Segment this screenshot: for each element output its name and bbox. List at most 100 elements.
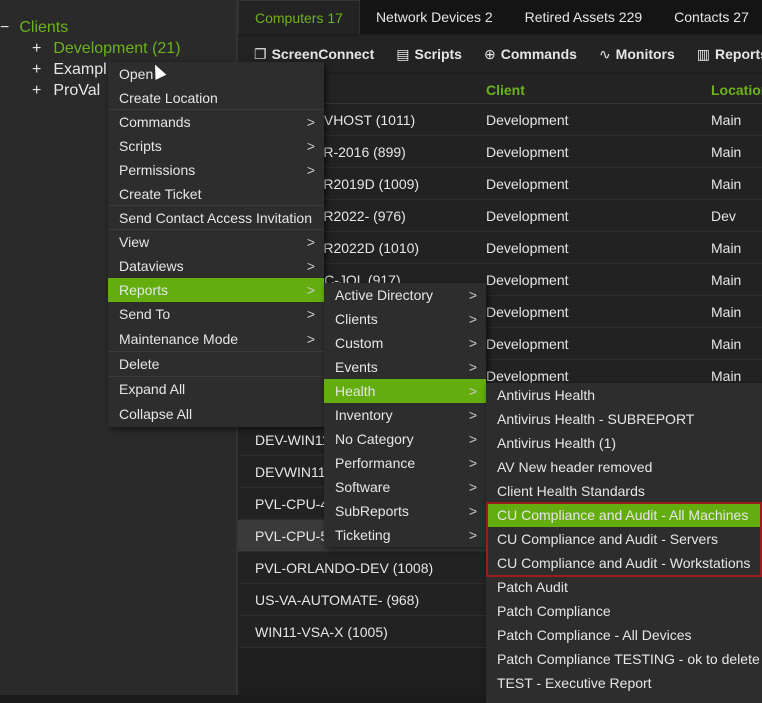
menu-item-permissions[interactable]: Permissions > bbox=[108, 158, 324, 182]
menu-item-reports[interactable]: Reports > bbox=[108, 278, 324, 302]
chevron-right-icon: > bbox=[468, 455, 477, 471]
menu-item-subreports[interactable]: SubReports > bbox=[324, 499, 486, 523]
scripts-button[interactable]: ▤ Scripts bbox=[396, 46, 462, 63]
cell-client: Development bbox=[486, 144, 569, 160]
screenconnect-button[interactable]: ❐ ScreenConnect bbox=[254, 46, 374, 63]
tab-retired-assets[interactable]: Retired Assets 229 bbox=[509, 0, 659, 34]
button-label: Scripts bbox=[414, 45, 462, 62]
menu-item-maintenance-mode[interactable]: Maintenance Mode > bbox=[108, 327, 324, 352]
menu-item-send-contact-access-invitation[interactable]: Send Contact Access Invitation bbox=[108, 206, 324, 230]
expand-icon[interactable]: + bbox=[32, 61, 41, 78]
tree-item-proval[interactable]: + ProVal bbox=[32, 82, 100, 100]
menu-item-patch-compliance-testing-ok-to-delete[interactable]: Patch Compliance TESTING - ok to delete bbox=[486, 647, 762, 671]
menu-item-create-location[interactable]: Create Location bbox=[108, 86, 324, 110]
menu-item-delete[interactable]: Delete bbox=[108, 352, 324, 377]
menu-item-send-to[interactable]: Send To > bbox=[108, 302, 324, 327]
menu-item-client-health-standards[interactable]: Client Health Standards bbox=[486, 479, 762, 503]
menu-item-label: Collapse All bbox=[119, 406, 193, 422]
menu-item-patch-audit[interactable]: Patch Audit bbox=[486, 575, 762, 599]
menu-item-label: Patch Audit bbox=[497, 579, 568, 595]
menu-item-label: Clients bbox=[335, 311, 378, 327]
menu-item-view[interactable]: View > bbox=[108, 230, 324, 254]
health-submenu: Antivirus Health Antivirus Health - SUBRE… bbox=[486, 383, 762, 703]
cell-client: Development bbox=[486, 368, 569, 384]
expand-icon[interactable]: + bbox=[32, 82, 41, 99]
expand-icon[interactable]: + bbox=[32, 40, 41, 57]
menu-item-create-ticket[interactable]: Create Ticket bbox=[108, 182, 324, 206]
menu-item-label: Delete bbox=[119, 356, 160, 372]
column-header-client[interactable]: Client bbox=[486, 82, 525, 98]
commands-button[interactable]: ⊕ Commands bbox=[484, 46, 577, 63]
cell-client: Development bbox=[486, 272, 569, 288]
menu-item-ticketing[interactable]: Ticketing > bbox=[324, 523, 486, 547]
menu-item-label: Software bbox=[335, 479, 391, 495]
menu-item-antivirus-health-1[interactable]: Antivirus Health (1) bbox=[486, 431, 762, 455]
menu-item-cu-compliance-and-audit-servers[interactable]: CU Compliance and Audit - Servers bbox=[486, 527, 762, 551]
menu-item-label: Patch Compliance bbox=[497, 603, 611, 619]
menu-item-label: Send To bbox=[119, 306, 171, 322]
monitors-button[interactable]: ∿ Monitors bbox=[599, 46, 675, 63]
reports-submenu: Active Directory > Clients > Custom > Events > H… bbox=[324, 283, 486, 547]
menu-item-cu-compliance-and-audit-all-machines[interactable]: CU Compliance and Audit - All Machines bbox=[486, 503, 762, 527]
menu-item-label: Create Ticket bbox=[119, 186, 202, 202]
menu-item-label: Create Location bbox=[119, 90, 218, 106]
button-label: Commands bbox=[500, 45, 577, 62]
tab-network-devices[interactable]: Network Devices 2 bbox=[360, 0, 509, 34]
menu-item-events[interactable]: Events > bbox=[324, 355, 486, 379]
menu-item-cu-compliance-and-audit-workstations[interactable]: CU Compliance and Audit - Workstations bbox=[486, 551, 762, 575]
tree-item-example[interactable]: + Exampl bbox=[32, 61, 107, 79]
tree-item-label[interactable]: Development (21) bbox=[53, 40, 180, 57]
menu-item-collapse-all[interactable]: Collapse All bbox=[108, 402, 324, 427]
tree-root[interactable]: − Clients bbox=[0, 19, 68, 37]
context-menu: Open Create Location Commands > Scripts > Perm… bbox=[108, 62, 324, 427]
cell-location: Main bbox=[711, 176, 742, 192]
chevron-right-icon: > bbox=[306, 282, 315, 298]
menu-item-custom[interactable]: Custom > bbox=[324, 331, 486, 355]
cell-computer-name: ER2019D (1009) bbox=[314, 176, 420, 192]
cell-computer-name: DEVWIN11A bbox=[255, 464, 335, 480]
cell-client: Development bbox=[486, 112, 569, 128]
menu-item-commands[interactable]: Commands > bbox=[108, 110, 324, 134]
menu-item-inventory[interactable]: Inventory > bbox=[324, 403, 486, 427]
cell-client: Development bbox=[486, 336, 569, 352]
menu-item-no-category[interactable]: No Category > bbox=[324, 427, 486, 451]
cell-computer-name: PVL-CPU-4 bbox=[255, 496, 329, 512]
menu-item-antivirus-health-subreport[interactable]: Antivirus Health - SUBREPORT bbox=[486, 407, 762, 431]
tree-item-label[interactable]: ProVal bbox=[53, 82, 100, 99]
button-label: Reports bbox=[715, 45, 762, 62]
menu-item-active-directory[interactable]: Active Directory > bbox=[324, 283, 486, 307]
tree-item-development[interactable]: + Development (21) bbox=[32, 40, 181, 58]
menu-item-label: CU Compliance and Audit - Workstations bbox=[497, 555, 751, 571]
menu-item-label: Antivirus Health bbox=[497, 387, 596, 403]
cell-location: Main bbox=[711, 304, 742, 320]
menu-item-scripts[interactable]: Scripts > bbox=[108, 134, 324, 158]
menu-item-test-executive-report[interactable]: TEST - Executive Report bbox=[486, 671, 762, 695]
menu-item-health[interactable]: Health > bbox=[324, 379, 486, 403]
tab-bar: Computers 17 Network Devices 2 Retired A… bbox=[238, 0, 762, 34]
reports-button[interactable]: ▥Reports bbox=[697, 46, 762, 63]
cell-computer-name: PVL-ORLANDO-DEV (1008) bbox=[255, 560, 434, 576]
menu-item-label: Scripts bbox=[119, 138, 162, 154]
cell-client: Development bbox=[486, 208, 569, 224]
column-header-location[interactable]: Location bbox=[711, 82, 762, 98]
chevron-right-icon: > bbox=[306, 138, 315, 154]
menu-item-performance[interactable]: Performance > bbox=[324, 451, 486, 475]
commands-icon: ⊕ bbox=[483, 45, 496, 62]
menu-item-software[interactable]: Software > bbox=[324, 475, 486, 499]
menu-item-patch-compliance[interactable]: Patch Compliance bbox=[486, 599, 762, 623]
tree-root-label[interactable]: Clients bbox=[19, 19, 68, 36]
chevron-right-icon: > bbox=[306, 162, 315, 178]
menu-item-av-new-header-removed[interactable]: AV New header removed bbox=[486, 455, 762, 479]
chevron-right-icon: > bbox=[306, 331, 315, 347]
tab-computers[interactable]: Computers 17 bbox=[238, 0, 360, 34]
menu-item-patch-compliance-all-devices[interactable]: Patch Compliance - All Devices bbox=[486, 623, 762, 647]
tab-contacts[interactable]: Contacts 27 bbox=[658, 0, 762, 34]
menu-item-dataviews[interactable]: Dataviews > bbox=[108, 254, 324, 278]
menu-item-clients[interactable]: Clients > bbox=[324, 307, 486, 331]
menu-item-label: Antivirus Health - SUBREPORT bbox=[497, 411, 695, 427]
menu-item-expand-all[interactable]: Expand All bbox=[108, 377, 324, 402]
menu-item-open[interactable]: Open bbox=[108, 62, 324, 86]
menu-item-antivirus-health[interactable]: Antivirus Health bbox=[486, 383, 762, 407]
collapse-icon[interactable]: − bbox=[0, 19, 9, 36]
tree-item-label[interactable]: Exampl bbox=[53, 61, 106, 78]
